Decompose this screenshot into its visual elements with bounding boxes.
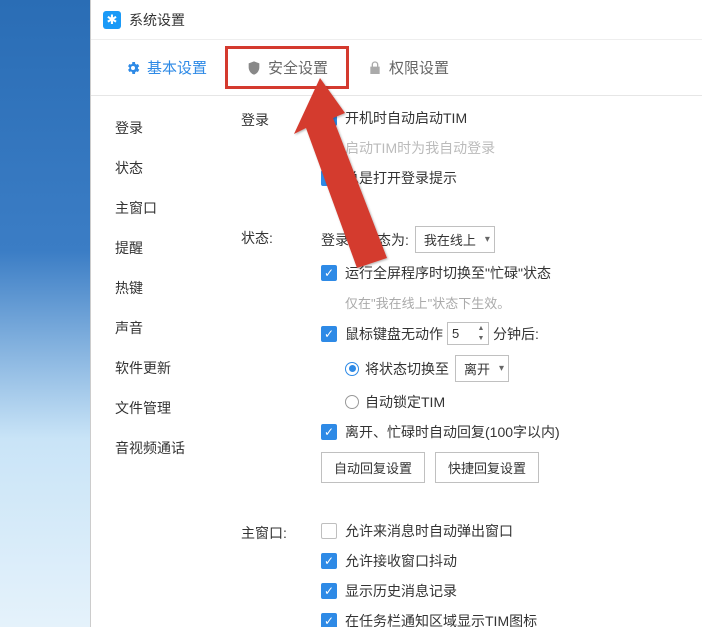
window-title: 系统设置 xyxy=(129,10,185,30)
radio-switch-status[interactable] xyxy=(345,362,359,376)
sidebar-item-status[interactable]: 状态 xyxy=(91,148,241,188)
label-autologin: 启动TIM时为我自动登录 xyxy=(345,138,495,158)
radio-lock[interactable] xyxy=(345,395,359,409)
checkbox-auto-reply[interactable] xyxy=(321,424,337,440)
checkbox-idle[interactable] xyxy=(321,326,337,342)
sidebar-item-files[interactable]: 文件管理 xyxy=(91,388,241,428)
checkbox-prompt[interactable] xyxy=(321,170,337,186)
select-after-login[interactable]: 我在线上 xyxy=(415,226,495,253)
label-popup: 允许来消息时自动弹出窗口 xyxy=(345,521,513,541)
select-switch-status[interactable]: 离开 xyxy=(455,355,509,382)
lock-icon xyxy=(367,60,383,76)
checkbox-autostart[interactable] xyxy=(321,110,337,126)
label-autostart: 开机时自动启动TIM xyxy=(345,108,467,128)
label-lock: 自动锁定TIM xyxy=(365,392,445,412)
button-auto-reply-settings[interactable]: 自动回复设置 xyxy=(321,452,425,483)
label-history: 显示历史消息记录 xyxy=(345,581,457,601)
settings-window: ✱ 系统设置 基本设置 安全设置 权限设置 登录 状态 主窗口 提醒 xyxy=(90,0,702,627)
tab-permission[interactable]: 权限设置 xyxy=(349,49,467,86)
tab-bar: 基本设置 安全设置 权限设置 xyxy=(91,40,702,96)
tab-permission-label: 权限设置 xyxy=(389,57,449,78)
checkbox-autologin[interactable] xyxy=(321,140,337,156)
sidebar-item-login[interactable]: 登录 xyxy=(91,108,241,148)
gear-icon xyxy=(125,60,141,76)
sidebar: 登录 状态 主窗口 提醒 热键 声音 软件更新 文件管理 音视频通话 xyxy=(91,96,241,627)
sidebar-item-mainwindow[interactable]: 主窗口 xyxy=(91,188,241,228)
section-status-label: 状态: xyxy=(241,226,321,493)
tab-basic[interactable]: 基本设置 xyxy=(107,49,225,86)
titlebar: ✱ 系统设置 xyxy=(91,0,702,40)
stepper-idle: ▲ ▼ xyxy=(475,324,487,343)
label-shake: 允许接收窗口抖动 xyxy=(345,551,457,571)
sidebar-item-notify[interactable]: 提醒 xyxy=(91,228,241,268)
input-idle-minutes[interactable]: 5 ▲ ▼ xyxy=(447,322,489,345)
checkbox-shake[interactable] xyxy=(321,553,337,569)
label-idle-suffix: 分钟后: xyxy=(493,324,539,344)
stepper-down-icon[interactable]: ▼ xyxy=(475,334,487,344)
content-panel: 登录 开机时自动启动TIM 启动TIM时为我自动登录 总是打开登录提示 xyxy=(241,96,702,627)
tab-security[interactable]: 安全设置 xyxy=(225,46,349,89)
sidebar-item-update[interactable]: 软件更新 xyxy=(91,348,241,388)
content-body: 登录 状态 主窗口 提醒 热键 声音 软件更新 文件管理 音视频通话 登录 开机… xyxy=(91,96,702,627)
tab-security-label: 安全设置 xyxy=(268,57,328,78)
label-idle-prefix: 鼠标键盘无动作 xyxy=(345,324,443,344)
hint-online-only: 仅在"我在线上"状态下生效。 xyxy=(345,293,510,312)
sidebar-item-av[interactable]: 音视频通话 xyxy=(91,428,241,468)
stepper-up-icon[interactable]: ▲ xyxy=(475,324,487,334)
checkbox-tray[interactable] xyxy=(321,613,337,627)
shield-icon xyxy=(246,60,262,76)
app-icon: ✱ xyxy=(103,11,121,29)
button-quick-reply-settings[interactable]: 快捷回复设置 xyxy=(435,452,539,483)
label-auto-reply: 离开、忙碌时自动回复(100字以内) xyxy=(345,422,560,442)
label-tray: 在任务栏通知区域显示TIM图标 xyxy=(345,611,537,627)
sidebar-item-hotkey[interactable]: 热键 xyxy=(91,268,241,308)
label-fullscreen-busy: 运行全屏程序时切换至"忙碌"状态 xyxy=(345,263,551,283)
tab-basic-label: 基本设置 xyxy=(147,57,207,78)
section-mainwin-label: 主窗口: xyxy=(241,521,321,627)
section-login-label: 登录 xyxy=(241,108,321,198)
label-after-login: 登录后状态为: xyxy=(321,230,409,250)
checkbox-fullscreen-busy[interactable] xyxy=(321,265,337,281)
checkbox-history[interactable] xyxy=(321,583,337,599)
label-prompt: 总是打开登录提示 xyxy=(345,168,457,188)
label-switch-status: 将状态切换至 xyxy=(365,359,449,379)
sidebar-item-sound[interactable]: 声音 xyxy=(91,308,241,348)
section-mainwin: 主窗口: 允许来消息时自动弹出窗口 允许接收窗口抖动 显示历史消息记录 xyxy=(241,521,694,627)
checkbox-popup[interactable] xyxy=(321,523,337,539)
section-login: 登录 开机时自动启动TIM 启动TIM时为我自动登录 总是打开登录提示 xyxy=(241,108,694,198)
section-status: 状态: 登录后状态为: 我在线上 运行全屏程序时切换至"忙碌"状态 仅在"我在线… xyxy=(241,226,694,493)
